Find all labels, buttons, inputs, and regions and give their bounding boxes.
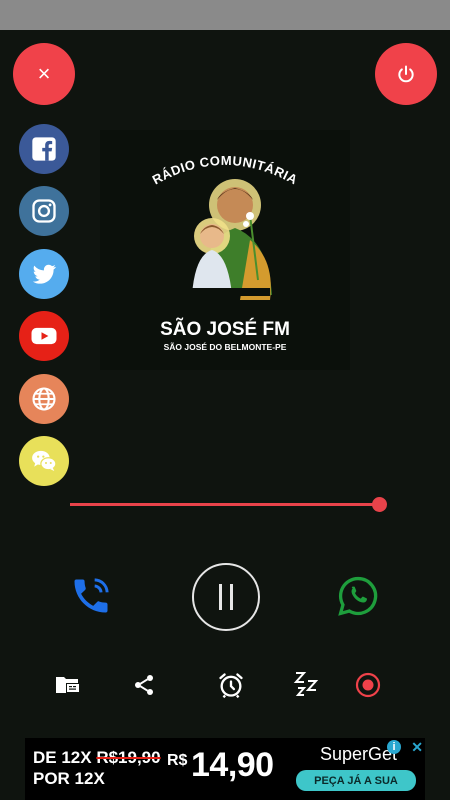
facebook-icon [32, 137, 56, 161]
instagram-button[interactable] [19, 186, 69, 236]
ad-old-price: R$19,90 [96, 748, 161, 767]
close-ad-icon[interactable]: ✕ [411, 739, 423, 756]
instagram-icon [32, 199, 56, 223]
info-icon: i [387, 740, 401, 754]
power-icon [398, 65, 414, 83]
youtube-icon [31, 327, 57, 345]
alarm-button[interactable] [216, 670, 246, 700]
record-button[interactable] [354, 671, 382, 699]
ad-choices-badge[interactable]: i ✕ [387, 739, 423, 755]
ad-cta-button[interactable]: PEÇA JÁ A SUA [296, 770, 416, 791]
ad-price: 14,90 [191, 746, 274, 784]
wechat-button[interactable] [19, 436, 69, 486]
sleep-zzz-icon [293, 672, 319, 696]
folder-icon [56, 677, 80, 693]
ad-line1: DE 12X R$19,90 [33, 748, 161, 767]
ad-brand: SuperGet [320, 744, 398, 764]
whatsapp-icon [338, 576, 378, 616]
pause-button[interactable] [192, 563, 260, 631]
call-button[interactable] [68, 573, 114, 619]
ad-banner[interactable]: DE 12X R$19,90 POR 12X R$ 14,90 SuperGet… [25, 738, 425, 800]
sleep-timer-button[interactable] [290, 668, 324, 700]
ad-line2: POR 12X [33, 769, 105, 788]
alarm-clock-icon [219, 673, 243, 699]
files-button[interactable] [53, 671, 83, 699]
twitter-icon [32, 264, 56, 284]
share-button[interactable] [130, 671, 158, 699]
globe-icon [32, 387, 56, 411]
record-icon [355, 672, 381, 698]
share-icon [135, 675, 153, 695]
volume-slider-thumb[interactable] [372, 497, 387, 512]
logo-station-name: SÃO JOSÉ FM [160, 318, 290, 340]
youtube-button[interactable] [19, 311, 69, 361]
ad-currency: R$ [167, 752, 188, 769]
station-logo: RÁDIO COMUNITÁRIA SÃO JOSÉ FM SÃO JOSÉ D… [100, 130, 350, 370]
logo-location: SÃO JOSÉ DO BELMONTE-PE [164, 342, 287, 352]
close-button[interactable]: × [13, 43, 75, 105]
facebook-button[interactable] [19, 124, 69, 174]
phone-call-icon [74, 578, 109, 613]
website-button[interactable] [19, 374, 69, 424]
whatsapp-button[interactable] [335, 573, 381, 619]
status-bar [0, 0, 450, 30]
power-button[interactable] [375, 43, 437, 105]
twitter-button[interactable] [19, 249, 69, 299]
volume-slider-track[interactable] [70, 503, 382, 506]
saint-joseph-artwork: RÁDIO COMUNITÁRIA SÃO JOSÉ FM SÃO JOSÉ D… [150, 153, 300, 352]
pause-icon [219, 584, 222, 610]
close-icon: × [37, 61, 51, 86]
wechat-icon [32, 450, 57, 471]
